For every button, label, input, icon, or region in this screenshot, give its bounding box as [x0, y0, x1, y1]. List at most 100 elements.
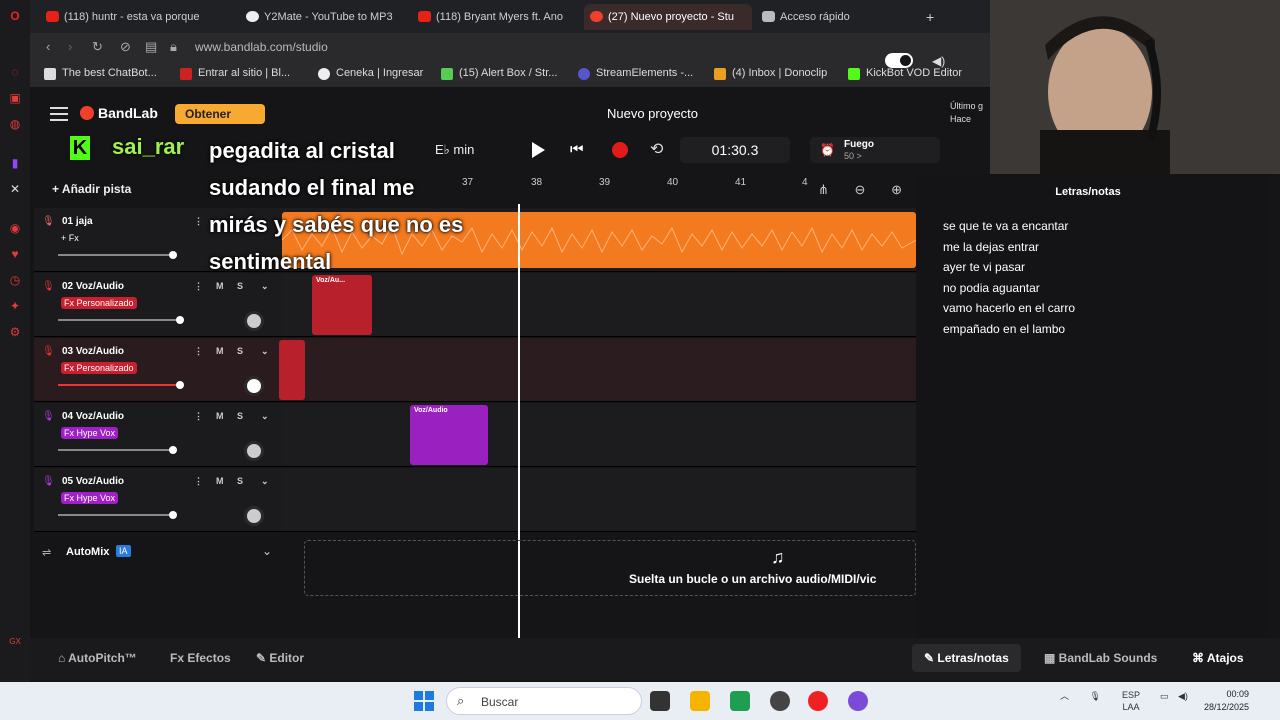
- volume-handle[interactable]: [169, 446, 177, 454]
- volume-slider[interactable]: [58, 316, 184, 324]
- tab-acceso-rapido[interactable]: Acceso rápido: [756, 4, 906, 30]
- more-icon[interactable]: ⋮: [194, 216, 203, 227]
- fx-button[interactable]: Fx Personalizado: [61, 297, 137, 309]
- new-tab-button[interactable]: +: [922, 4, 942, 30]
- mute-button[interactable]: M: [216, 281, 224, 291]
- volume-slider[interactable]: [58, 511, 177, 519]
- autopitch-button[interactable]: ⌂ AutoPitch™: [58, 651, 137, 665]
- chevron-down-icon[interactable]: ⌄: [261, 476, 269, 487]
- aria-icon[interactable]: ◌: [7, 64, 23, 80]
- taskbar-search[interactable]: ⌕ Buscar: [446, 687, 642, 715]
- loop-icon[interactable]: ⟲: [650, 139, 663, 159]
- pan-knob[interactable]: [244, 311, 264, 331]
- track-lane-2[interactable]: Voz/Au...: [282, 273, 916, 337]
- magnet-icon[interactable]: ⋔: [818, 182, 829, 197]
- track-name[interactable]: 03 Voz/Audio: [62, 346, 124, 357]
- bookmark-chatbot[interactable]: The best ChatBot...: [44, 67, 157, 80]
- fx-button[interactable]: Fx Personalizado: [61, 362, 137, 374]
- chevron-up-icon[interactable]: ︿: [1060, 691, 1069, 701]
- tab-bryant-myers[interactable]: (118) Bryant Myers ft. Ano: [412, 4, 580, 30]
- volume-handle[interactable]: [169, 511, 177, 519]
- mute-button[interactable]: M: [216, 411, 224, 421]
- reload-icon[interactable]: ↻: [92, 39, 103, 55]
- more-icon[interactable]: ⋮: [194, 476, 203, 487]
- language-indicator[interactable]: ESP LAA: [1122, 689, 1140, 713]
- file-explorer-icon[interactable]: [690, 691, 710, 711]
- more-icon[interactable]: ⋮: [194, 346, 203, 357]
- settings-icon[interactable]: ⚙: [7, 324, 23, 340]
- pan-knob[interactable]: [244, 441, 264, 461]
- track-header-3[interactable]: 🎙︎ 03 Voz/Audio Fx Personalizado ⋮ M S ⌄: [34, 338, 282, 402]
- track-name[interactable]: 01 jaja: [62, 216, 93, 227]
- player-icon[interactable]: ◉: [7, 220, 23, 236]
- rewind-icon[interactable]: ⏮: [570, 141, 584, 158]
- fx-button[interactable]: Fx Hype Vox: [61, 492, 119, 504]
- effects-button[interactable]: Fx Efectos: [170, 651, 231, 665]
- bookmark-alert-box[interactable]: (15) Alert Box / Str...: [441, 67, 557, 80]
- volume-handle[interactable]: [176, 381, 184, 389]
- volume-handle[interactable]: [176, 316, 184, 324]
- x-icon[interactable]: ✕: [7, 181, 23, 197]
- chevron-down-icon[interactable]: ⌄: [261, 411, 269, 422]
- audio-clip[interactable]: Voz/Au...: [312, 275, 372, 335]
- speaker-icon[interactable]: ◀︎): [1178, 691, 1188, 702]
- play-button[interactable]: [532, 142, 545, 158]
- task-view-icon[interactable]: [650, 691, 670, 711]
- metronome-toggle[interactable]: [885, 53, 913, 68]
- pan-knob[interactable]: [244, 376, 264, 396]
- track-name[interactable]: 02 Voz/Audio: [62, 281, 124, 292]
- more-icon[interactable]: ⋮: [194, 281, 203, 292]
- gx-icon[interactable]: GX: [7, 634, 23, 650]
- audio-clip[interactable]: Voz/Audio: [410, 405, 488, 465]
- twitch-icon[interactable]: ▮: [7, 155, 23, 171]
- windows-start-icon[interactable]: [414, 691, 434, 711]
- track-header-5[interactable]: 🎙︎ 05 Voz/Audio Fx Hype Vox ⋮ M S ⌄: [34, 468, 282, 532]
- excel-icon[interactable]: [730, 691, 750, 711]
- bandlab-sounds-button[interactable]: ▦ BandLab Sounds: [1044, 651, 1157, 665]
- lyrics-notes-button[interactable]: ✎ Letras/notas: [912, 644, 1021, 672]
- solo-button[interactable]: S: [237, 281, 243, 291]
- fx-button[interactable]: Fx Hype Vox: [61, 427, 119, 439]
- more-icon[interactable]: ⋮: [194, 411, 203, 422]
- pan-knob[interactable]: [244, 506, 264, 526]
- track-lane-3[interactable]: [279, 338, 916, 402]
- zoom-out-icon[interactable]: ⊖: [855, 182, 866, 197]
- audio-clip[interactable]: [279, 340, 305, 400]
- automix-row[interactable]: ⇌ AutoMix IA ⌄: [34, 540, 282, 566]
- drop-zone[interactable]: ♫ Suelta un bucle o un archivo audio/MID…: [304, 540, 916, 596]
- clock[interactable]: 00:09 28/12/2025: [1204, 688, 1249, 714]
- track-name[interactable]: 05 Voz/Audio: [62, 476, 124, 487]
- forward-icon[interactable]: ›: [68, 39, 72, 54]
- editor-button[interactable]: ✎ Editor: [256, 651, 304, 665]
- add-track-button[interactable]: + Añadir pista: [52, 182, 131, 196]
- solo-button[interactable]: S: [237, 476, 243, 486]
- solo-button[interactable]: S: [237, 411, 243, 421]
- bookmarks-icon[interactable]: ♥: [7, 246, 23, 262]
- mute-button[interactable]: M: [216, 346, 224, 356]
- chevron-down-icon[interactable]: ⌄: [261, 281, 269, 292]
- preset-selector[interactable]: ⏰ Fuego 50 >: [810, 137, 940, 163]
- track-lane-5[interactable]: [282, 468, 916, 532]
- network-icon[interactable]: ▭: [1160, 691, 1169, 702]
- back-icon[interactable]: ‹: [46, 39, 50, 54]
- mute-button[interactable]: M: [216, 476, 224, 486]
- bookmark-streamelements[interactable]: StreamElements -...: [578, 67, 693, 80]
- tab-huntr[interactable]: (118) huntr - esta va porque: [40, 4, 230, 30]
- tab-y2mate[interactable]: Y2Mate - YouTube to MP3: [240, 4, 408, 30]
- track-name[interactable]: 04 Voz/Audio: [62, 411, 124, 422]
- record-button[interactable]: [612, 142, 628, 158]
- volume-icon[interactable]: ◀︎): [932, 54, 945, 68]
- volume-slider[interactable]: [58, 251, 177, 259]
- url-field[interactable]: www.bandlab.com/studio: [195, 40, 328, 54]
- track-lane-4[interactable]: Voz/Audio: [282, 403, 916, 467]
- extensions-icon[interactable]: ✦: [7, 298, 23, 314]
- bookmark-kickbot[interactable]: KickBot VOD Editor: [848, 67, 962, 80]
- track-header-4[interactable]: 🎙︎ 04 Voz/Audio Fx Hype Vox ⋮ M S ⌄: [34, 403, 282, 467]
- bookmark-entrar[interactable]: Entrar al sitio | Bl...: [180, 67, 290, 80]
- volume-slider[interactable]: [58, 381, 184, 389]
- chevron-down-icon[interactable]: ⌄: [262, 544, 272, 558]
- screenshot-icon[interactable]: ⊘: [120, 39, 131, 55]
- opera-icon[interactable]: [808, 691, 828, 711]
- messenger-icon[interactable]: ◍: [7, 116, 23, 132]
- discord-icon[interactable]: [848, 691, 868, 711]
